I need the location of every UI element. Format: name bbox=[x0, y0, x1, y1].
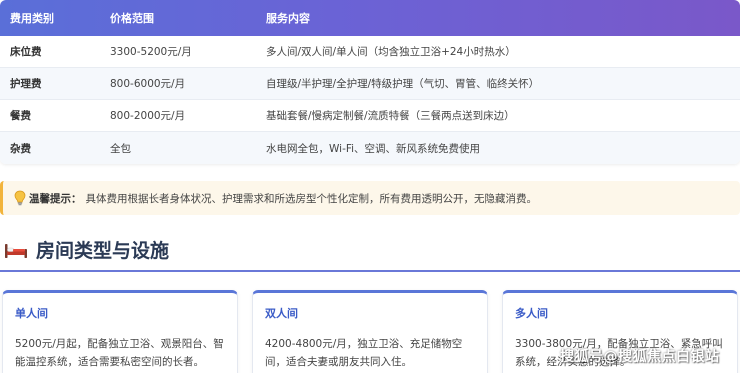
watermark: 搜狐号@搜狐焦点白银站 bbox=[560, 349, 720, 365]
bed-icon bbox=[4, 241, 28, 259]
row-price: 3300-5200元/月 bbox=[110, 46, 192, 58]
room-name: 双人间 bbox=[265, 307, 298, 320]
room-name: 单人间 bbox=[15, 307, 48, 320]
table-row: 餐费 800-2000元/月 基础套餐/慢病定制餐/流质特餐（三餐两点送到床边） bbox=[0, 100, 740, 132]
lightbulb-icon bbox=[13, 190, 27, 206]
room-desc: 5200元/月起，配备独立卫浴、观景阳台、智能温控系统，适合需要私密空间的长者。 bbox=[15, 338, 224, 368]
header-service: 服务内容 bbox=[266, 12, 310, 25]
section-title-text: 房间类型与设施 bbox=[36, 240, 170, 262]
table-row: 护理费 800-6000元/月 自理级/半护理/全护理/特级护理（气切、胃管、临… bbox=[0, 68, 740, 100]
fee-table: 费用类别 价格范围 服务内容 床位费 3300-5200元/月 多人间/双人间/… bbox=[0, 0, 740, 164]
tip-label: 温馨提示： bbox=[29, 192, 82, 205]
section-title: 房间类型与设施 bbox=[4, 236, 169, 263]
room-desc: 4200-4800元/月，独立卫浴、充足储物空间，适合夫妻或朋友共同入住。 bbox=[265, 338, 463, 368]
section-divider bbox=[0, 270, 740, 272]
row-category: 杂费 bbox=[10, 142, 31, 155]
header-category: 费用类别 bbox=[10, 12, 54, 25]
header-price: 价格范围 bbox=[110, 12, 154, 25]
room-card-double: 双人间 4200-4800元/月，独立卫浴、充足储物空间，适合夫妻或朋友共同入住… bbox=[252, 290, 488, 373]
tip-banner: 温馨提示： 具体费用根据长者身体状况、护理需求和所选房型个性化定制，所有费用透明… bbox=[0, 181, 740, 215]
row-category: 床位费 bbox=[10, 46, 42, 58]
row-service: 基础套餐/慢病定制餐/流质特餐（三餐两点送到床边） bbox=[266, 110, 515, 122]
row-category: 餐费 bbox=[10, 110, 31, 122]
row-price: 全包 bbox=[110, 142, 131, 155]
tip-text: 具体费用根据长者身体状况、护理需求和所选房型个性化定制，所有费用透明公开，无隐藏… bbox=[85, 192, 538, 205]
table-row: 床位费 3300-5200元/月 多人间/双人间/单人间（均含独立卫浴+24小时… bbox=[0, 36, 740, 68]
row-category: 护理费 bbox=[10, 78, 42, 90]
table-row: 杂费 全包 水电网全包，Wi-Fi、空调、新风系统免费使用 bbox=[0, 132, 740, 164]
row-service: 水电网全包，Wi-Fi、空调、新风系统免费使用 bbox=[266, 142, 481, 155]
room-name: 多人间 bbox=[515, 307, 548, 320]
row-price: 800-6000元/月 bbox=[110, 78, 186, 90]
fee-table-header: 费用类别 价格范围 服务内容 bbox=[0, 0, 740, 36]
room-card-single: 单人间 5200元/月起，配备独立卫浴、观景阳台、智能温控系统，适合需要私密空间… bbox=[2, 290, 238, 373]
row-price: 800-2000元/月 bbox=[110, 110, 186, 122]
row-service: 多人间/双人间/单人间（均含独立卫浴+24小时热水） bbox=[266, 46, 516, 58]
row-service: 自理级/半护理/全护理/特级护理（气切、胃管、临终关怀） bbox=[266, 78, 540, 90]
